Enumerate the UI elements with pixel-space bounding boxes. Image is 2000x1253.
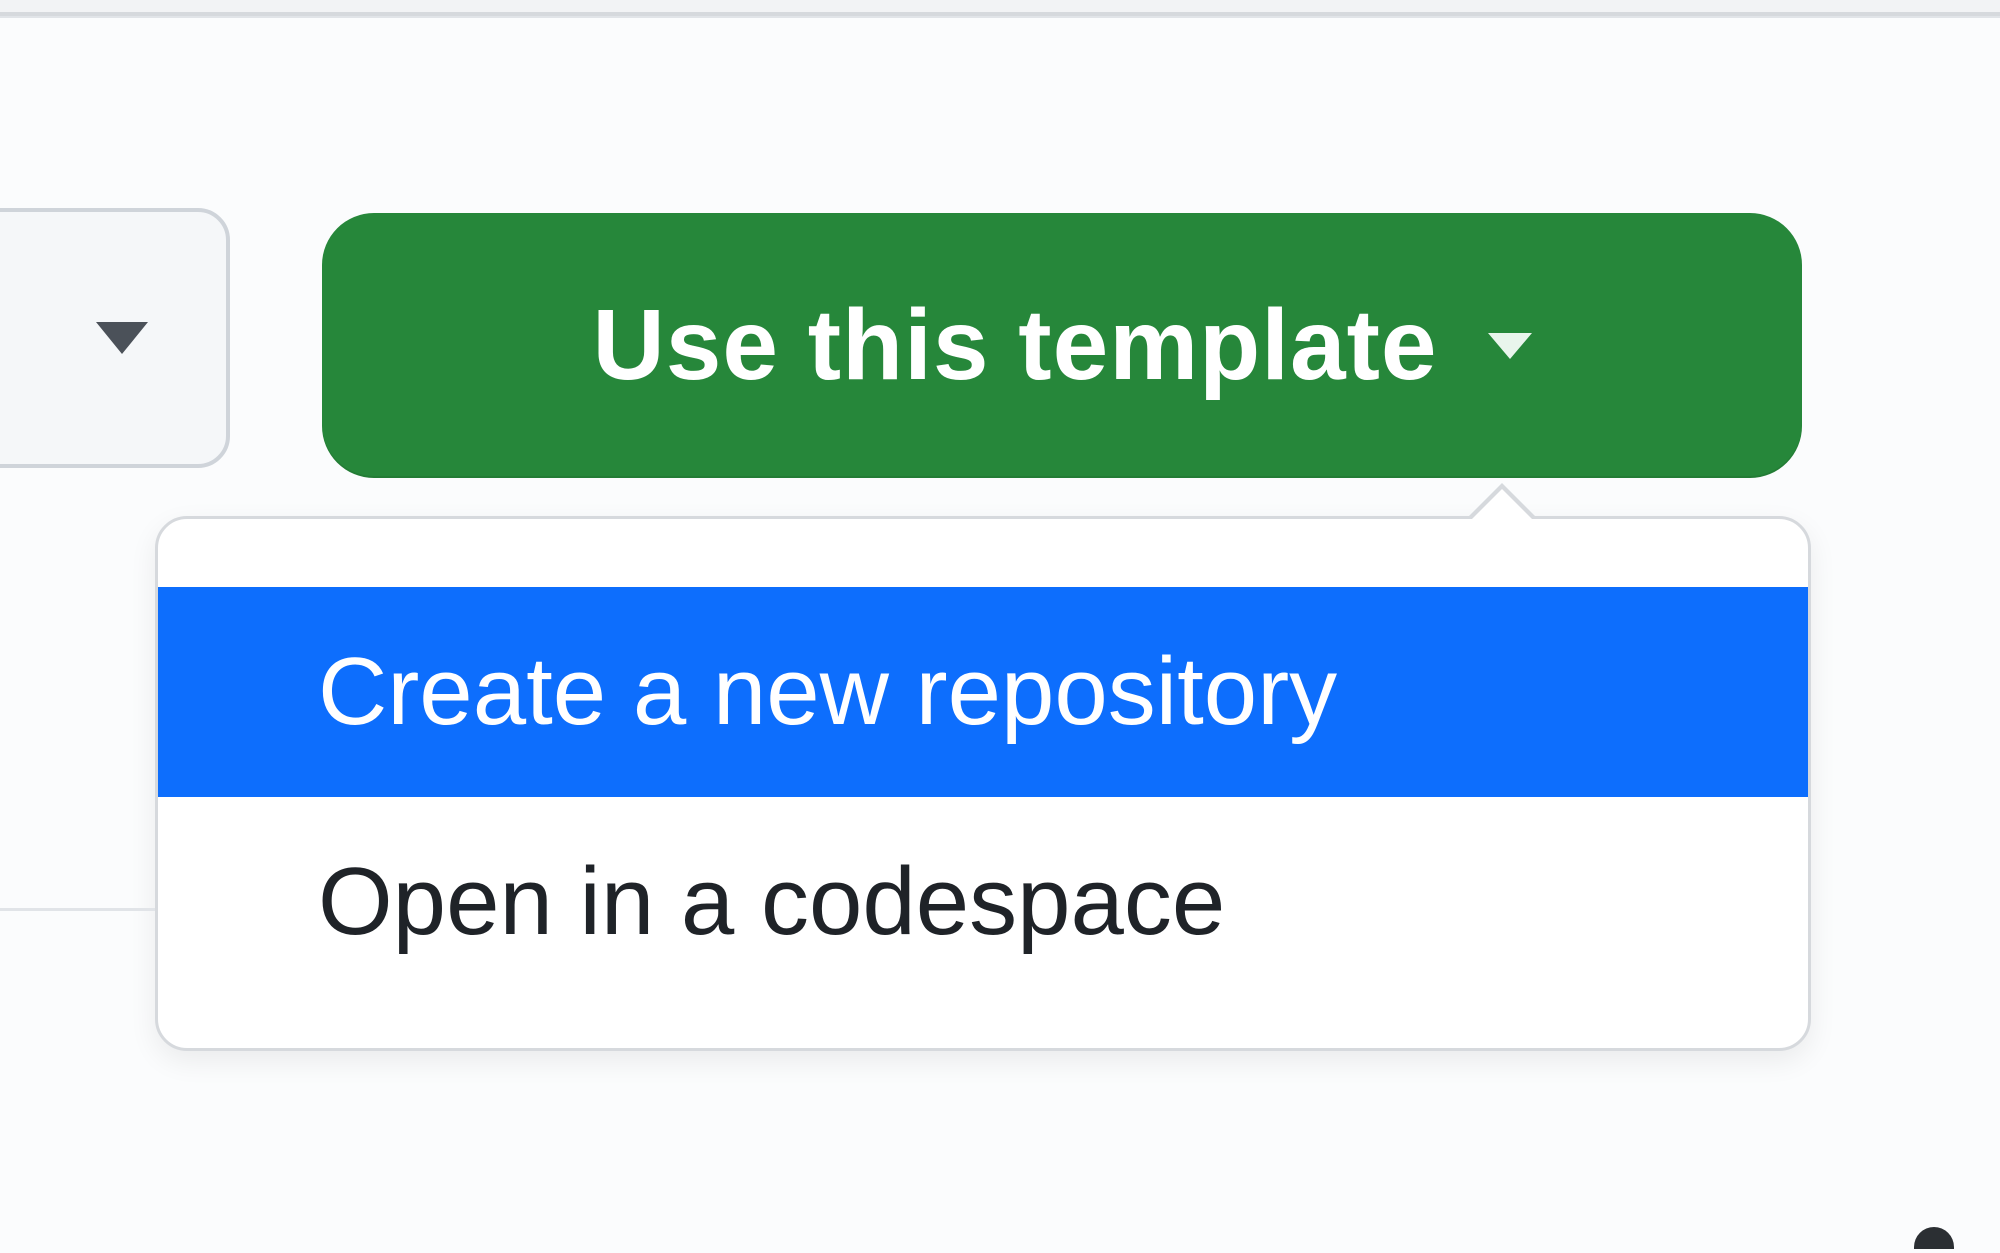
- left-divider: [0, 908, 155, 911]
- menu-item-create-new-repository[interactable]: Create a new repository: [158, 587, 1808, 797]
- dropdown-inner: Create a new repository Open in a codesp…: [158, 519, 1808, 1048]
- use-this-template-dropdown: Create a new repository Open in a codesp…: [155, 516, 1811, 1051]
- use-this-template-label: Use this template: [592, 288, 1437, 403]
- menu-item-open-in-codespace[interactable]: Open in a codespace: [158, 797, 1808, 1007]
- menu-item-label: Open in a codespace: [318, 848, 1225, 955]
- caret-down-icon: [1488, 333, 1532, 359]
- caret-down-icon: [96, 322, 148, 354]
- secondary-dropdown-button[interactable]: [0, 208, 230, 468]
- partial-element: [1914, 1227, 1954, 1249]
- page-canvas: Use this template Create a new repositor…: [0, 16, 2000, 1253]
- menu-item-label: Create a new repository: [318, 638, 1337, 745]
- use-this-template-button[interactable]: Use this template: [322, 213, 1802, 478]
